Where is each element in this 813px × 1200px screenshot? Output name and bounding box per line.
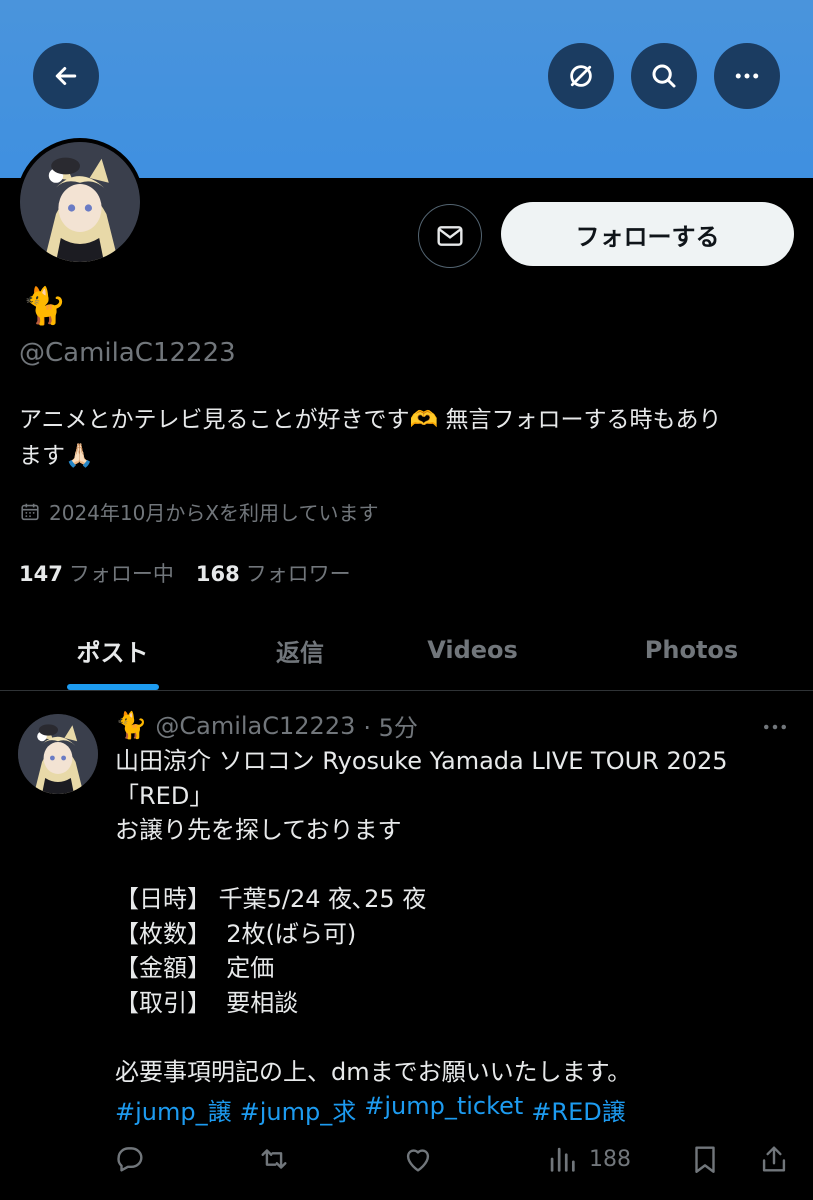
slash-circle-icon (570, 65, 592, 87)
hashtag-link[interactable]: #jump_譲 (115, 1092, 232, 1127)
followers-link[interactable]: 168 フォロワー (196, 558, 351, 588)
views-button[interactable]: 188 (545, 1142, 631, 1176)
more-options-button[interactable] (714, 43, 780, 109)
search-icon (652, 64, 676, 88)
post-text: 山田涼介 ソロコン Ryosuke Yamada LIVE TOUR 2025 … (115, 747, 728, 1086)
reply-button[interactable] (113, 1142, 147, 1176)
post-hashtags: #jump_譲 #jump_求 #jump_ticket #RED譲 (115, 1092, 626, 1127)
post-actions: 188 (0, 1136, 813, 1180)
display-name: 🐈 (22, 286, 67, 327)
tab-videos[interactable]: Videos (375, 610, 570, 690)
repost-button[interactable] (257, 1142, 291, 1176)
tab-photos[interactable]: Photos (570, 610, 813, 690)
post-more-button[interactable] (758, 712, 792, 746)
following-count: 147 (19, 562, 63, 586)
follow-button[interactable]: フォローする (501, 202, 794, 266)
bar-chart-icon (550, 1147, 575, 1172)
hashtag-link[interactable]: #jump_求 (240, 1092, 357, 1127)
repost-icon (261, 1149, 287, 1169)
post-author-handle[interactable]: @CamilaC12223 (155, 712, 355, 740)
join-date-text: 2024年10月からXを利用しています (49, 501, 379, 525)
following-link[interactable]: 147 フォロー中 (19, 558, 174, 588)
more-horizontal-icon (764, 724, 786, 730)
calendar-icon (21, 503, 39, 520)
profile-tabs: ポスト 返信 Videos Photos (0, 610, 813, 691)
profile-bio: アニメとかテレビ見ることが好きです🫶 無言フォローする時もあり ます🙏🏻 (19, 402, 799, 474)
bookmark-button[interactable] (688, 1142, 722, 1176)
bookmark-icon (695, 1146, 715, 1173)
hashtag-link[interactable]: #RED譲 (531, 1092, 625, 1127)
message-button[interactable] (418, 204, 482, 268)
reply-icon (117, 1147, 143, 1172)
tab-posts[interactable]: ポスト (0, 610, 225, 690)
follow-stats: 147 フォロー中 168 フォロワー (19, 558, 351, 588)
grok-button[interactable] (548, 43, 614, 109)
share-button[interactable] (757, 1142, 791, 1176)
post-author-avatar[interactable] (18, 714, 98, 794)
bio-line: アニメとかテレビ見ることが好きです🫶 無言フォローする時もあり (19, 407, 722, 433)
share-icon (762, 1146, 786, 1172)
followers-label: フォロワー (245, 562, 351, 586)
followers-count: 168 (195, 562, 240, 586)
tab-replies[interactable]: 返信 (225, 610, 375, 690)
search-button[interactable] (631, 43, 697, 109)
avatar-illustration (18, 714, 98, 794)
profile-handle: @CamilaC12223 (19, 338, 236, 368)
hashtag-link[interactable]: #jump_ticket (364, 1092, 523, 1127)
join-date: 2024年10月からXを利用しています (19, 497, 378, 526)
back-button[interactable] (33, 43, 99, 109)
envelope-icon (437, 226, 463, 246)
avatar-illustration (20, 142, 140, 262)
following-label: フォロー中 (68, 562, 174, 586)
arrow-left-icon (55, 67, 77, 85)
heart-icon (406, 1149, 430, 1172)
post-header: 🐈 @CamilaC12223 · 5分 (115, 708, 418, 743)
views-count: 188 (589, 1146, 631, 1172)
like-button[interactable] (401, 1142, 435, 1176)
profile-avatar[interactable] (16, 138, 144, 266)
post-time[interactable]: · 5分 (363, 708, 418, 743)
more-horizontal-icon (735, 73, 759, 79)
bio-line: ます🙏🏻 (19, 443, 94, 469)
post-author-name[interactable]: 🐈 (115, 711, 147, 741)
